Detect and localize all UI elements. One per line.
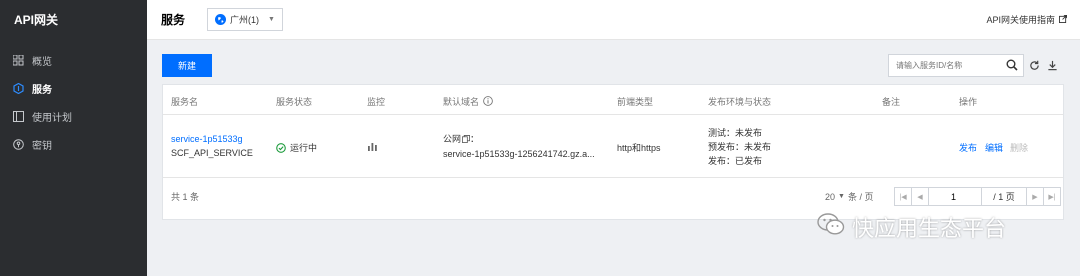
page-size-value: 20	[825, 191, 836, 202]
env-test: 测试：未发布	[708, 128, 763, 138]
grid-icon	[13, 54, 24, 66]
page-header: 服务 广州(1) ▼ API网关使用指南	[147, 0, 1080, 40]
total-count: 共 1 条	[171, 192, 200, 202]
chevron-down-icon: ▼	[838, 193, 845, 200]
page-input[interactable]	[929, 188, 982, 205]
brand-title: API网关	[14, 13, 59, 27]
default-domain: service-1p51533g-1256241742.gz.a...	[443, 149, 595, 159]
domain-type-label: 公网	[443, 134, 462, 144]
sidebar-item-label: 概览	[32, 56, 52, 68]
delete-button[interactable]: 删除	[1010, 141, 1028, 154]
colon: ：	[470, 134, 480, 144]
env-prepub: 预发布：未发布	[708, 142, 772, 152]
publish-button[interactable]: 发布	[959, 141, 977, 154]
last-page-icon[interactable]: ▶|	[1043, 188, 1060, 205]
refresh-icon[interactable]	[1028, 59, 1040, 71]
sidebar-item-label: 使用计划	[32, 112, 72, 124]
info-icon[interactable]	[483, 95, 493, 108]
col-header-frontend: 前端类型	[617, 97, 654, 107]
wechat-icon	[816, 211, 852, 243]
service-status: 运行中	[276, 141, 317, 154]
frontend-type: http和https	[617, 143, 661, 153]
prev-page-icon[interactable]: ◀	[912, 188, 929, 205]
col-header-domain: 默认域名	[443, 95, 493, 108]
pager: |◀ ◀ / 1 页 ▶ ▶|	[894, 187, 1061, 206]
col-header-domain-label: 默认域名	[443, 97, 480, 107]
check-circle-icon	[276, 142, 286, 153]
next-page-icon[interactable]: ▶	[1026, 188, 1043, 205]
external-link-icon	[1059, 14, 1067, 25]
sidebar-item-key[interactable]: 密钥	[0, 130, 147, 158]
edit-button[interactable]: 编辑	[985, 141, 1003, 154]
guide-link[interactable]: API网关使用指南	[986, 13, 1067, 26]
globe-icon	[215, 14, 227, 25]
col-header-status: 服务状态	[276, 97, 313, 107]
col-header-actions: 操作	[959, 97, 978, 107]
service-name-link[interactable]: service-1p51533g	[171, 134, 243, 144]
chevron-down-icon: ▼	[268, 16, 275, 23]
sidebar-item-label: 服务	[32, 84, 52, 96]
plan-icon	[13, 110, 24, 122]
col-header-name: 服务名	[171, 97, 199, 107]
first-page-icon[interactable]: |◀	[895, 188, 912, 205]
page-total: / 1 页	[993, 192, 1015, 202]
guide-label: API网关使用指南	[986, 15, 1055, 25]
region-select[interactable]: 广州(1) ▼	[207, 8, 283, 31]
service-sub-name: SCF_API_SERVICE	[171, 148, 253, 158]
page-title: 服务	[161, 13, 186, 27]
service-table: 服务名 服务状态 监控 默认域名 前端类型 发布环境与状态 备注 操作 serv…	[162, 84, 1064, 220]
search-input[interactable]	[896, 56, 1004, 75]
table-header: 服务名 服务状态 监控 默认域名 前端类型 发布环境与状态 备注 操作	[163, 85, 1063, 115]
sidebar: API网关 概览 服务 使用计划 密钥	[0, 0, 147, 276]
page-size-unit: 条 / 页	[847, 192, 874, 202]
bar-chart-icon[interactable]	[367, 141, 378, 154]
col-header-monitor: 监控	[367, 97, 386, 107]
new-button[interactable]: 新建	[162, 54, 212, 77]
col-header-env: 发布环境与状态	[708, 97, 772, 107]
domain-type: 公网 ：	[443, 132, 479, 145]
col-header-remark: 备注	[882, 97, 901, 107]
watermark: 快应用生态平台	[816, 211, 1006, 243]
search-box	[888, 54, 1024, 77]
download-icon[interactable]	[1046, 59, 1058, 71]
copy-icon[interactable]	[462, 134, 470, 143]
sidebar-item-service[interactable]: 服务	[0, 74, 147, 102]
status-label: 运行中	[290, 143, 318, 153]
table-row: service-1p51533g SCF_API_SERVICE 运行中 公网 …	[163, 115, 1063, 178]
region-label: 广州(1)	[230, 15, 260, 25]
service-icon	[13, 82, 24, 94]
env-release: 发布：已发布	[708, 156, 763, 166]
search-icon[interactable]	[1006, 59, 1018, 74]
page-size-select[interactable]: 20 ▼ 条 / 页	[825, 190, 873, 203]
key-icon	[13, 138, 24, 150]
sidebar-item-label: 密钥	[32, 140, 52, 152]
sidebar-item-overview[interactable]: 概览	[0, 46, 147, 74]
sidebar-item-usage-plan[interactable]: 使用计划	[0, 102, 147, 130]
watermark-text: 快应用生态平台	[852, 217, 1007, 242]
